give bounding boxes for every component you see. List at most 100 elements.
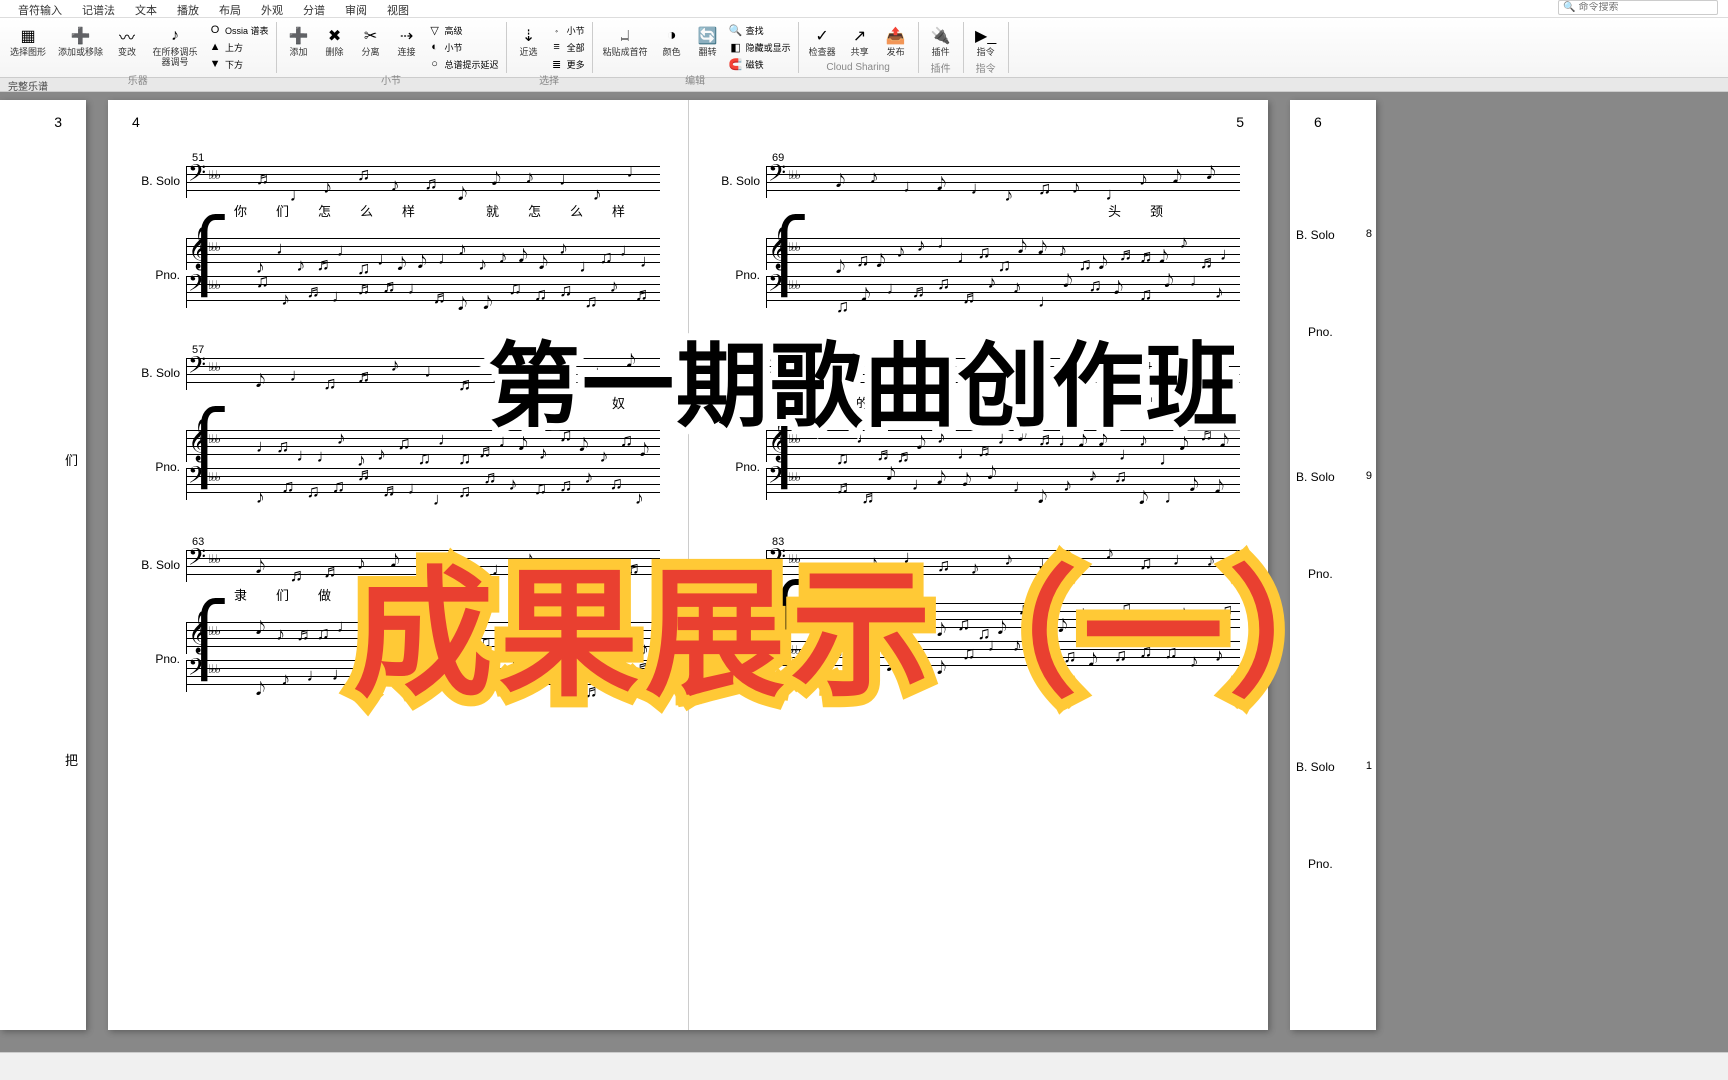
- ribbon-button[interactable]: ↗共享: [844, 22, 876, 60]
- ribbon-icon: ▶_: [974, 24, 998, 48]
- ribbon-mini-label: 总谱提示延迟: [445, 58, 499, 71]
- ribbon-button[interactable]: ⇣近选: [513, 22, 545, 60]
- note-glyph: ♬: [357, 279, 375, 297]
- ribbon-icon: ✖: [323, 24, 347, 48]
- ribbon-mini-button[interactable]: 🧲磁铁: [728, 56, 792, 72]
- ribbon-mini-label: 查找: [746, 24, 764, 37]
- ribbon-button[interactable]: ✓检查器: [805, 22, 840, 60]
- note-glyph: ♬: [861, 488, 879, 506]
- ribbon-label: 粘贴成首符: [603, 48, 648, 58]
- ribbon-group-2: ⇣近选𝆹小节≡全部≣更多选择: [507, 22, 593, 73]
- bass-clef-icon: 𝄢: [188, 546, 206, 574]
- bottom-status-bar: [0, 1052, 1728, 1080]
- note-glyph: ♪: [1088, 466, 1097, 484]
- ribbon-button[interactable]: ▦选择图形: [6, 22, 50, 60]
- staff-solo[interactable]: 𝄢♭♭♭♬♩♪♫♪♬𝅘𝅥𝅮𝅘𝅥𝅮♪♩♪♩: [186, 166, 660, 198]
- bass-clef-icon: 𝄢: [188, 162, 206, 190]
- note-glyph: ♪: [508, 475, 517, 493]
- measure-fragment: 8: [1366, 228, 1372, 240]
- ribbon-mini-icon: O: [208, 23, 222, 37]
- ribbon-mini-label: 隐藏或显示: [746, 41, 791, 54]
- note-glyph: ♬: [433, 288, 451, 306]
- ribbon-mini-button[interactable]: ▲上方: [207, 39, 270, 55]
- note-glyph: 𝅘𝅥𝅮: [937, 469, 946, 487]
- menu-item-1[interactable]: 记谱法: [72, 0, 125, 17]
- piano-brace-icon: ⎧: [758, 238, 764, 308]
- measure-fragment: 1: [1366, 760, 1372, 772]
- note-glyph: ♬: [962, 288, 980, 306]
- staff-piano-bass[interactable]: 𝄢♭♭♭♫𝅘𝅥𝅮♩♬♫♬♪♪♩𝅘𝅥𝅮♫𝅘𝅥𝅮♫𝅘𝅥𝅮♩♪: [766, 276, 1240, 308]
- key-signature: ♭♭♭: [208, 278, 219, 292]
- menu-item-7[interactable]: 审阅: [335, 0, 377, 17]
- note-glyph: ♬: [357, 367, 375, 385]
- ribbon-mini-button[interactable]: 𝆹小节: [549, 22, 586, 38]
- note-glyph: ♩: [1220, 245, 1238, 263]
- ribbon-mini-button[interactable]: ≣更多: [549, 56, 586, 72]
- ribbon-button[interactable]: ◑颜色: [656, 22, 688, 60]
- note-glyph: ♩: [1164, 488, 1182, 506]
- menu-item-0[interactable]: 音符输入: [8, 0, 72, 17]
- key-signature: ♭♭♭: [788, 168, 799, 182]
- search-input[interactable]: [1578, 2, 1713, 13]
- note-glyph: ♬: [357, 465, 375, 483]
- ribbon-button[interactable]: ✖删除: [319, 22, 351, 60]
- ribbon-mini-button[interactable]: ▼下方: [207, 56, 270, 72]
- note-glyph: ♩: [289, 186, 307, 204]
- treble-clef-icon: 𝄞: [188, 614, 209, 650]
- ribbon-button[interactable]: ⇢连接: [391, 22, 423, 60]
- score-viewport[interactable]: 3 们 把 4 51B. Solo𝄢♭♭♭♬♩♪♫♪♬𝅘𝅥𝅮𝅘𝅥𝅮♪♩♪♩你们怎…: [0, 92, 1728, 1052]
- ribbon-button[interactable]: ✂分离: [355, 22, 387, 60]
- menu-item-4[interactable]: 布局: [209, 0, 251, 17]
- ribbon-button[interactable]: 🔄翻转: [692, 22, 724, 60]
- note-glyph: ♪: [559, 239, 568, 257]
- menu-item-5[interactable]: 外观: [251, 0, 293, 17]
- note-glyph: ♪: [584, 468, 593, 486]
- ribbon-button[interactable]: ➕添加: [283, 22, 315, 60]
- menu-item-2[interactable]: 文本: [125, 0, 167, 17]
- ribbon-button[interactable]: 🔌插件: [925, 22, 957, 60]
- note-glyph: ♬: [483, 468, 501, 486]
- ribbon-mini-button[interactable]: ◧隐藏或显示: [728, 39, 792, 55]
- ribbon-icon: 𝆶: [613, 24, 637, 48]
- note-glyph: ♫: [323, 374, 337, 392]
- menu-item-6[interactable]: 分谱: [293, 0, 335, 17]
- note-glyph: ♪: [276, 625, 285, 643]
- staff-piano-bass[interactable]: 𝄢♭♭♭♬♬𝅘𝅥𝅮♩𝅘𝅥𝅮𝅘𝅥𝅮𝅘𝅥𝅮♩𝅘𝅥𝅮♪♪♫𝅘𝅥𝅮♩𝅘𝅥𝅮𝅘𝅥𝅮: [766, 468, 1240, 500]
- key-signature: ♭♭♭: [788, 470, 799, 484]
- staff-solo[interactable]: 𝄢♭♭♭𝅘𝅥𝅮♪♩𝅘𝅥𝅮♩♪♫♪♩♪𝅘𝅥𝅮𝅘𝅥𝅮: [766, 166, 1240, 198]
- music-system[interactable]: 51B. Solo𝄢♭♭♭♬♩♪♫♪♬𝅘𝅥𝅮𝅘𝅥𝅮♪♩♪♩你们怎么样就怎么样Pn…: [136, 166, 660, 308]
- ribbon-button[interactable]: ♪在所移调乐器调号: [147, 22, 203, 70]
- piano-brace-icon: ⎧: [178, 430, 184, 500]
- ribbon-mini-button[interactable]: ◐小节: [427, 39, 500, 55]
- command-search[interactable]: 🔍: [1558, 0, 1718, 15]
- note-glyph: ♩: [424, 362, 442, 380]
- note-glyph: ♩: [620, 241, 638, 259]
- ribbon-mini-button[interactable]: 🔍查找: [728, 22, 792, 38]
- music-system[interactable]: 69B. Solo𝄢♭♭♭𝅘𝅥𝅮♪♩𝅘𝅥𝅮♩♪♫♪♩♪𝅘𝅥𝅮𝅘𝅥𝅮头颈Pno.⎧…: [716, 166, 1240, 308]
- ribbon-mini-button[interactable]: ○总谱提示延迟: [427, 56, 500, 72]
- ribbon-button[interactable]: ▶_指令: [970, 22, 1002, 60]
- note-glyph: ♪: [1004, 186, 1013, 204]
- ribbon-button[interactable]: 𝆶粘贴成首符: [599, 22, 652, 60]
- ribbon-icon: 〰: [115, 24, 139, 48]
- ribbon-mini-label: 上方: [225, 41, 243, 54]
- menu-item-8[interactable]: 视图: [377, 0, 419, 17]
- note-glyph: ♬: [912, 282, 930, 300]
- ribbon-button[interactable]: ➕添加或移除: [54, 22, 107, 60]
- ribbon-button[interactable]: 📤发布: [880, 22, 912, 60]
- staff-piano-bass[interactable]: 𝄢♭♭♭♪♫♫♫♬♬♩♩♫♬♪♫♫♪♫♪: [186, 468, 660, 500]
- ribbon-mini-button[interactable]: OOssia 谱表: [207, 22, 270, 38]
- page-3[interactable]: 3 们 把: [0, 100, 86, 1030]
- menu-item-3[interactable]: 播放: [167, 0, 209, 17]
- ribbon-mini-button[interactable]: ▽高级: [427, 22, 500, 38]
- ribbon-group-label: 选择: [513, 72, 586, 87]
- note-glyph: 𝅘𝅥𝅮: [1038, 488, 1047, 506]
- ribbon-button[interactable]: 〰变改: [111, 22, 143, 60]
- note-glyph: 𝅘𝅥𝅮: [1038, 239, 1047, 257]
- ribbon-mini-button[interactable]: ≡全部: [549, 39, 586, 55]
- staff-piano-bass[interactable]: 𝄢♭♭♭♫♪♬♩♬♬♩♬𝅘𝅥𝅮𝅘𝅥𝅮♫♫♫♫♪♬: [186, 276, 660, 308]
- ribbon-mini-icon: 🔍: [729, 23, 743, 37]
- note-glyph: ♪: [498, 248, 507, 266]
- ribbon-mini-icon: 🧲: [729, 57, 743, 71]
- note-glyph: ♩: [912, 475, 930, 493]
